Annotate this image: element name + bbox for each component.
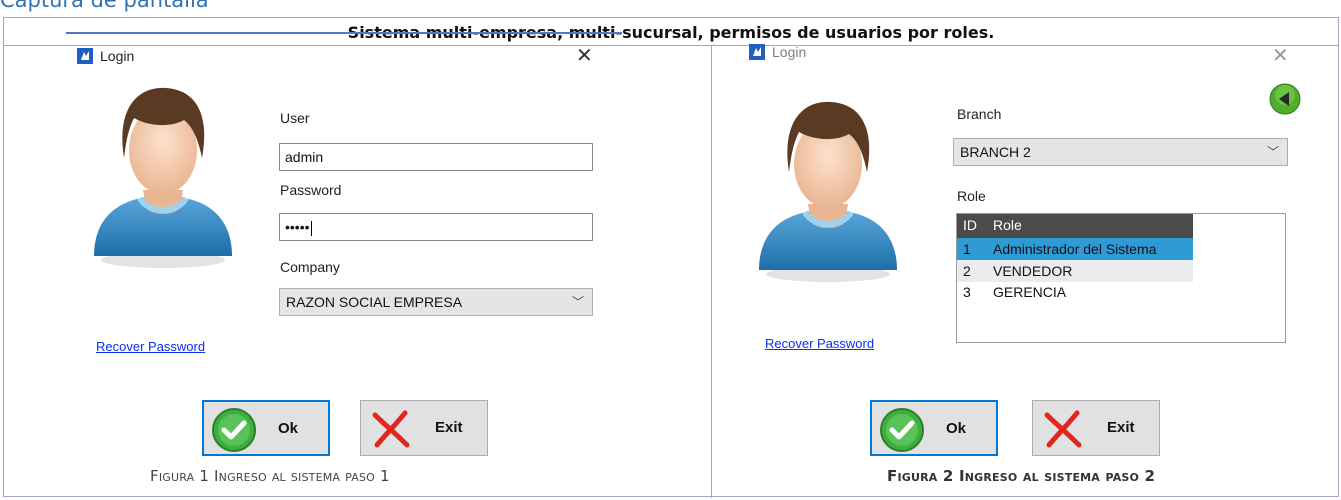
window-title: Login <box>77 48 134 64</box>
app-icon <box>77 48 93 64</box>
login-window-step2: Login ✕ Recover Password Branch BRANCH 2… <box>735 30 1305 456</box>
role-id: 3 <box>963 284 971 300</box>
recover-password-link[interactable]: Recover Password <box>96 339 205 354</box>
figure1-caption: Figura 1 Ingreso al sistema paso 1 <box>150 467 390 485</box>
close-icon[interactable]: ✕ <box>576 46 593 66</box>
role-name: Administrador del Sistema <box>993 241 1157 257</box>
column-divider <box>711 46 712 498</box>
exit-button-label: Exit <box>1107 419 1135 436</box>
company-select-value: RAZON SOCIAL EMPRESA <box>286 294 463 310</box>
exit-button-label: Exit <box>435 419 463 436</box>
table-row[interactable]: 1 Administrador del Sistema <box>957 238 1193 260</box>
recover-password-link[interactable]: Recover Password <box>765 336 874 351</box>
ok-button-label: Ok <box>278 420 299 437</box>
user-label: User <box>280 110 310 126</box>
password-input[interactable]: ••••• <box>279 213 593 241</box>
table-row[interactable]: 3 GERENCIA <box>957 281 1193 303</box>
branch-select[interactable]: BRANCH 2 ﹀ <box>953 138 1288 166</box>
password-label: Password <box>280 182 342 198</box>
window-title-text: Login <box>772 44 807 60</box>
back-arrow-icon[interactable] <box>1269 83 1301 115</box>
exit-button[interactable]: Exit <box>1032 400 1160 456</box>
check-icon <box>880 408 924 452</box>
x-icon <box>1044 410 1082 448</box>
ok-button[interactable]: Ok <box>202 400 330 456</box>
role-id: 2 <box>963 263 971 279</box>
branch-select-value: BRANCH 2 <box>960 144 1031 160</box>
user-avatar <box>94 87 232 268</box>
ok-button-label: Ok <box>946 420 967 437</box>
check-icon <box>212 408 256 452</box>
column-header-role: Role <box>993 217 1022 233</box>
roles-table-header: ID Role <box>957 214 1193 238</box>
close-icon[interactable]: ✕ <box>1272 46 1289 66</box>
ok-button[interactable]: Ok <box>870 400 998 456</box>
table-row[interactable]: 2 VENDEDOR <box>957 260 1193 282</box>
roles-table[interactable]: ID Role 1 Administrador del Sistema 2 VE… <box>956 213 1286 343</box>
chevron-down-icon: ﹀ <box>1266 145 1279 159</box>
password-mask: ••••• <box>285 219 310 235</box>
figure2-caption: Figura 2 Ingreso al sistema paso 2 <box>887 467 1156 485</box>
branch-label: Branch <box>957 106 1002 122</box>
role-name: GERENCIA <box>993 284 1067 300</box>
text-caret <box>310 220 312 236</box>
role-name: VENDEDOR <box>993 263 1073 279</box>
window-title-text: Login <box>100 48 135 64</box>
login-window-step1: Login ✕ Recover Password User admin Pass… <box>52 30 617 456</box>
company-select[interactable]: RAZON SOCIAL EMPRESA ﹀ <box>279 288 593 316</box>
user-avatar <box>759 101 897 282</box>
window-title: Login <box>749 44 806 60</box>
app-icon <box>749 44 765 60</box>
user-input[interactable]: admin <box>279 143 593 171</box>
role-label: Role <box>957 188 986 204</box>
role-id: 1 <box>963 241 971 257</box>
page-heading: Captura de pantalla <box>0 0 209 12</box>
column-header-id: ID <box>963 217 977 233</box>
exit-button[interactable]: Exit <box>360 400 488 456</box>
x-icon <box>372 410 410 448</box>
company-label: Company <box>280 259 340 275</box>
chevron-down-icon: ﹀ <box>571 295 584 309</box>
